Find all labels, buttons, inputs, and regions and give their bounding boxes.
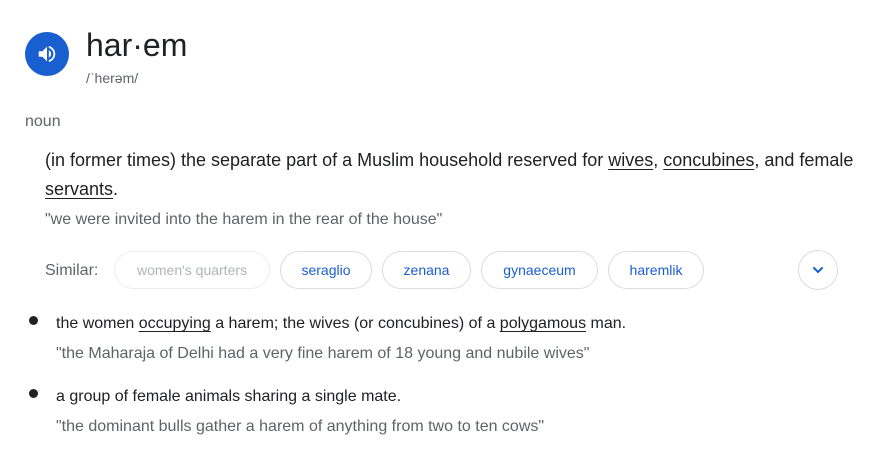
definition-text: , (653, 150, 664, 170)
sense-text: man. (586, 315, 627, 332)
play-pronunciation-button[interactable] (25, 32, 69, 76)
definition-text: , and female (754, 150, 854, 170)
sense-example: "the Maharaja of Delhi had a very fine h… (56, 345, 590, 362)
expand-similar-button[interactable] (798, 250, 838, 290)
similar-chip-zenana[interactable]: zenana (382, 251, 471, 289)
definition-link-servants[interactable]: servants (45, 179, 113, 199)
sense-text: the women (56, 315, 139, 332)
part-of-speech: noun (25, 113, 61, 130)
sense-example: "the dominant bulls gather a harem of an… (56, 418, 545, 435)
sense-link-polygamous[interactable]: polygamous (500, 315, 586, 332)
definition-text: (in former times) the separate part of a… (45, 150, 609, 170)
bullet-icon (29, 316, 38, 325)
pronunciation: /ˈherəm/ (86, 70, 139, 86)
similar-chip-seraglio[interactable]: seraglio (280, 251, 372, 289)
definition-example: "we were invited into the harem in the r… (45, 211, 443, 228)
speaker-icon (38, 45, 56, 63)
chevron-down-icon (813, 267, 823, 273)
sense-text: a group of female animals sharing a sing… (56, 388, 402, 405)
definition-text: . (113, 179, 119, 199)
definition-link-concubines[interactable]: concubines (663, 150, 754, 170)
bullet-icon (29, 389, 38, 398)
similar-chip-haremlik[interactable]: haremlik (608, 251, 704, 289)
sense-link-occupying[interactable]: occupying (139, 315, 211, 332)
definition-link-wives[interactable]: wives (608, 150, 653, 170)
sense-definition: a group of female animals sharing a sing… (56, 386, 401, 408)
sense-text: a harem; the wives (or concubines) of a (210, 315, 500, 332)
similar-chip-gynaeceum[interactable]: gynaeceum (481, 251, 598, 289)
similar-label: Similar: (45, 262, 99, 279)
sense-definition: the women occupying a harem; the wives (… (56, 313, 626, 335)
similar-chip-womens-quarters[interactable]: women's quarters (114, 251, 270, 289)
headword: har·em (86, 27, 188, 63)
definition-main: (in former times) the separate part of a… (45, 146, 855, 204)
